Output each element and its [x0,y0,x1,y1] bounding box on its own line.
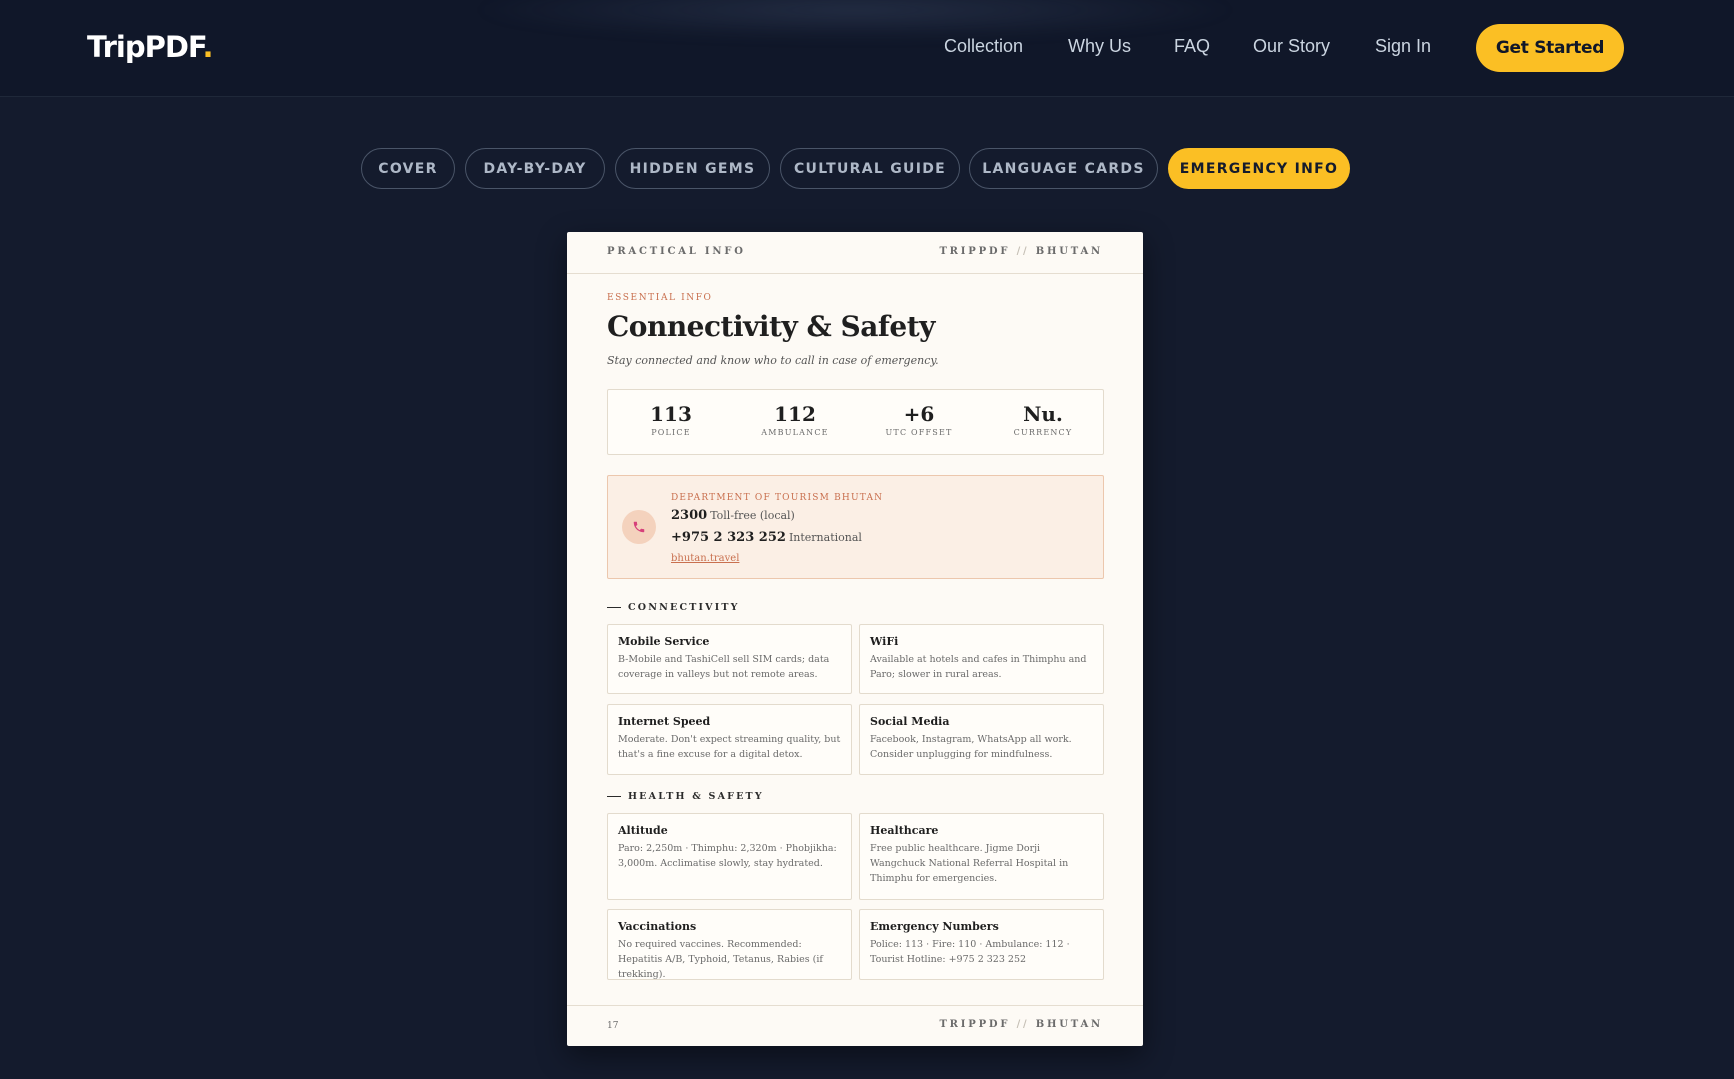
nav-link-our-story[interactable]: Our Story [1253,36,1330,57]
tab-day-by-day[interactable]: DAY-BY-DAY [465,148,605,189]
divider [607,796,621,797]
nav-glow [470,0,1240,40]
stat-police: 113 POLICE [650,402,692,437]
tab-hidden-gems[interactable]: HIDDEN GEMS [615,148,770,189]
contact-local: 2300 Toll-free (local) [671,508,795,523]
logo[interactable]: TripPDF. [87,30,214,64]
tab-cultural-guide[interactable]: CULTURAL GUIDE [780,148,960,189]
page-header-brand: TRIPPDF // BHUTAN [939,246,1103,257]
page-number: 17 [607,1021,619,1031]
card-altitude: Altitude Paro: 2,250m · Thimphu: 2,320m … [607,813,852,900]
contact-org-name: DEPARTMENT OF TOURISM BHUTAN [671,493,884,503]
stat-ambulance: 112 AMBULANCE [761,402,829,437]
tab-cover[interactable]: COVER [361,148,455,189]
card-mobile-service: Mobile Service B-Mobile and TashiCell se… [607,624,852,694]
page-header: PRACTICAL INFO TRIPPDF // BHUTAN [567,232,1143,274]
card-healthcare: Healthcare Free public healthcare. Jigme… [859,813,1104,900]
nav-link-why-us[interactable]: Why Us [1068,36,1131,57]
card-emergency-numbers: Emergency Numbers Police: 113 · Fire: 11… [859,909,1104,980]
divider [607,607,621,608]
page-header-label: PRACTICAL INFO [607,246,746,257]
get-started-button[interactable]: Get Started [1476,24,1624,72]
card-social-media: Social Media Facebook, Instagram, WhatsA… [859,704,1104,775]
tab-emergency-info[interactable]: EMERGENCY INFO [1168,148,1350,189]
page-footer-brand: TRIPPDF // BHUTAN [939,1019,1103,1030]
quick-stats: 113 POLICE 112 AMBULANCE +6 UTC OFFSET N… [607,389,1104,455]
phone-icon [622,510,656,544]
pdf-page-preview: PRACTICAL INFO TRIPPDF // BHUTAN ESSENTI… [567,232,1143,1046]
section-heading-health-safety: HEALTH & SAFETY [607,791,764,802]
card-internet-speed: Internet Speed Moderate. Don't expect st… [607,704,852,775]
page-title: Connectivity & Safety [607,310,935,343]
nav-link-faq[interactable]: FAQ [1174,36,1210,57]
eyebrow: ESSENTIAL INFO [607,293,713,303]
contact-international: +975 2 323 252 International [671,530,862,545]
card-wifi: WiFi Available at hotels and cafes in Th… [859,624,1104,694]
stat-utc-offset: +6 UTC OFFSET [885,402,953,437]
tourism-contact-box: DEPARTMENT OF TOURISM BHUTAN 2300 Toll-fr… [607,475,1104,579]
stat-currency: Nu. CURRENCY [1013,402,1073,437]
section-heading-connectivity: CONNECTIVITY [607,602,740,613]
page-subtitle: Stay connected and know who to call in c… [607,354,939,367]
tab-language-cards[interactable]: LANGUAGE CARDS [969,148,1158,189]
card-vaccinations: Vaccinations No required vaccines. Recom… [607,909,852,980]
page-footer: 17 TRIPPDF // BHUTAN [567,1005,1143,1046]
top-nav: TripPDF. Collection Why Us FAQ Our Story… [0,0,1734,97]
nav-link-sign-in[interactable]: Sign In [1375,36,1431,57]
nav-link-collection[interactable]: Collection [944,36,1023,57]
tourism-website-link[interactable]: bhutan.travel [671,553,739,564]
